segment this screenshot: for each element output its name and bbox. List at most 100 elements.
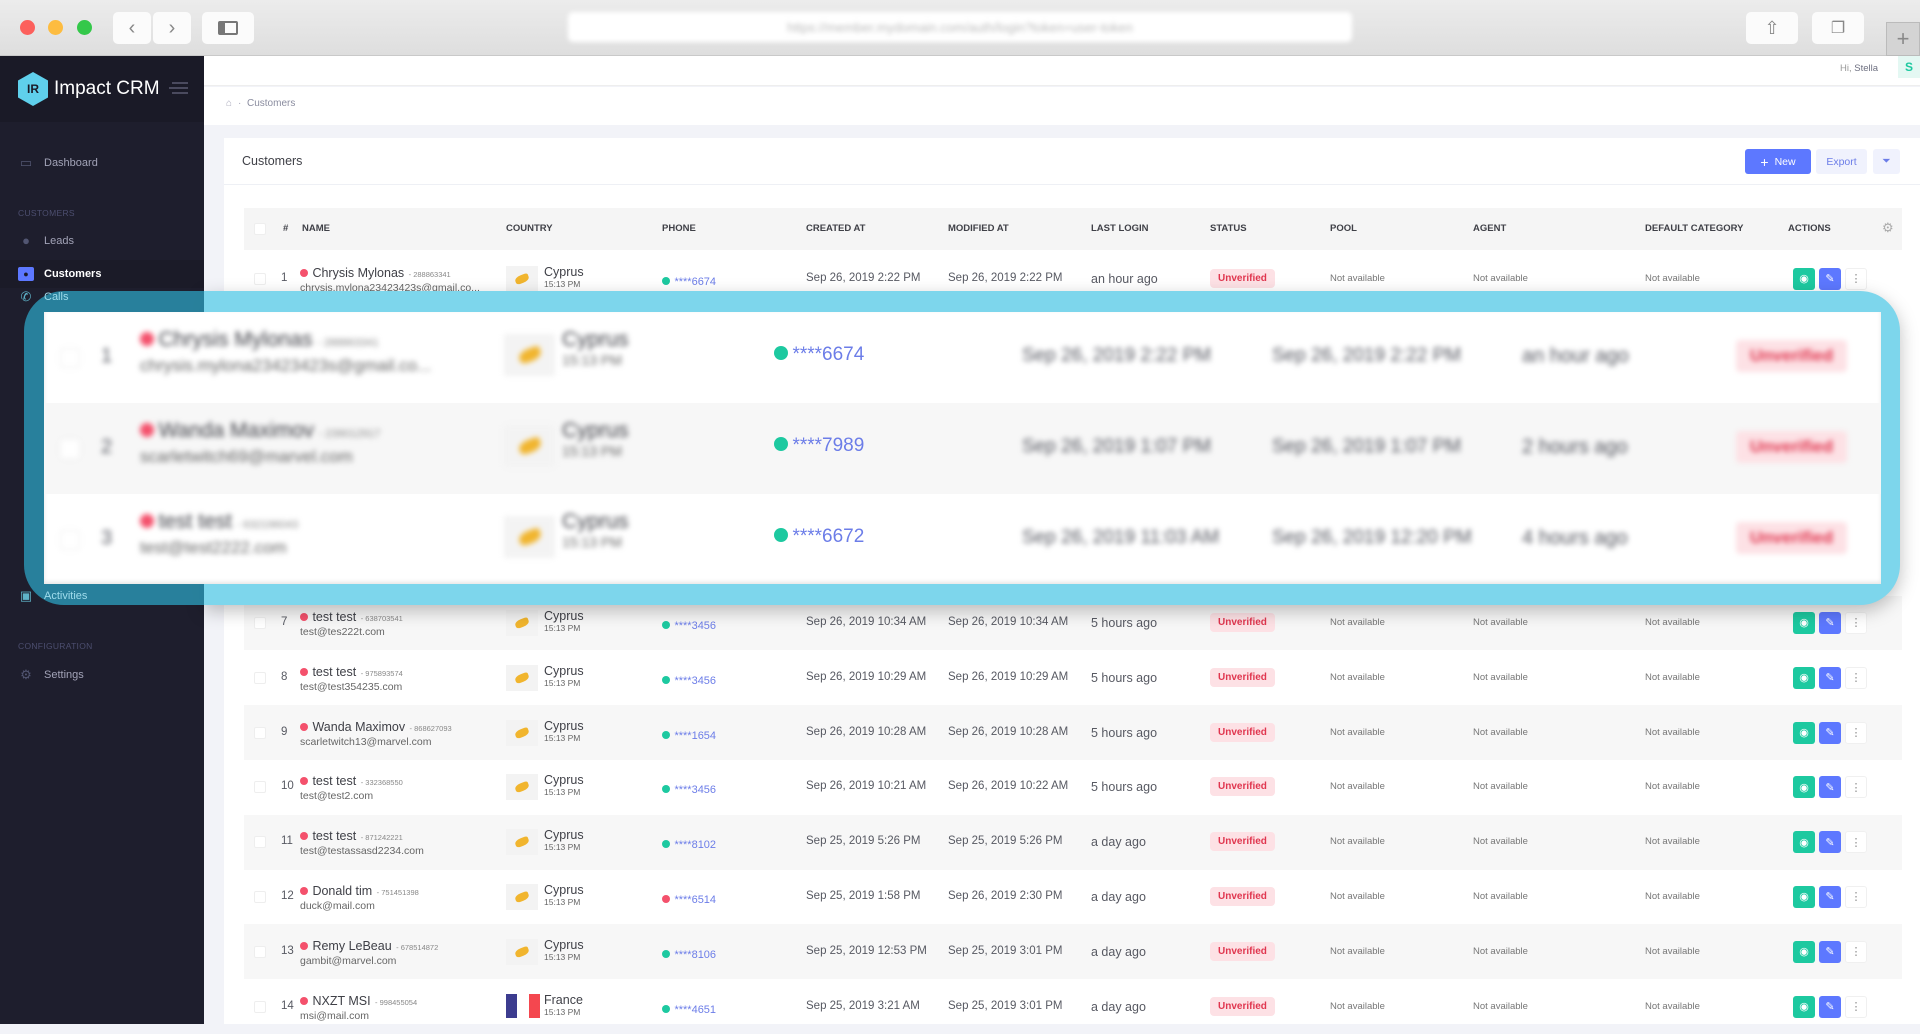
phone-link[interactable]: ****4651	[674, 1004, 716, 1016]
customer-name[interactable]: Chrysis Mylonas	[312, 266, 404, 280]
customer-name[interactable]: Donald tim	[312, 884, 372, 898]
row-checkbox[interactable]	[60, 439, 80, 459]
phone-link[interactable]: ****6514	[674, 894, 716, 906]
edit-button[interactable]: ✎	[1819, 776, 1841, 799]
col-name[interactable]: NAME	[302, 223, 330, 234]
col-modified-at[interactable]: MODIFIED AT	[948, 223, 1009, 234]
user-avatar[interactable]: S	[1898, 56, 1920, 78]
menu-toggle-icon[interactable]	[169, 82, 188, 94]
sidebar-toggle-button[interactable]	[202, 12, 254, 44]
view-button[interactable]: ◉	[1793, 666, 1815, 689]
edit-button[interactable]: ✎	[1819, 611, 1841, 634]
table-row[interactable]: 8 test test - 975893574 test@test354235.…	[244, 650, 1902, 705]
table-row[interactable]: 13 Remy LeBeau - 678514872 gambit@marvel…	[244, 924, 1902, 980]
row-checkbox[interactable]	[254, 781, 266, 794]
select-all-checkbox[interactable]	[254, 223, 266, 235]
phone-link[interactable]: ****6674	[674, 276, 716, 288]
sidebar-item-dashboard[interactable]: ▭ Dashboard	[0, 149, 204, 177]
row-checkbox[interactable]	[254, 1000, 266, 1013]
customer-name[interactable]: Remy LeBeau	[312, 939, 391, 953]
edit-button[interactable]: ✎	[1819, 885, 1841, 908]
phone-link[interactable]: ****8106	[674, 949, 716, 961]
view-button[interactable]: ◉	[1793, 940, 1815, 963]
customer-name[interactable]: test test	[312, 665, 356, 679]
back-button[interactable]: ‹	[113, 12, 151, 44]
logo[interactable]: IR Impact CRM	[0, 56, 204, 122]
sidebar-item-activities[interactable]: ▣ Activities	[0, 584, 204, 608]
more-button[interactable]: ⋮	[1845, 267, 1867, 290]
close-window-button[interactable]	[20, 20, 35, 35]
customer-name[interactable]: test test	[312, 774, 356, 788]
user-name[interactable]: Stella	[1854, 63, 1878, 74]
new-tab-button[interactable]: +	[1886, 22, 1920, 56]
table-row[interactable]: 14 NXZT MSI - 998455054 msi@mail.com Fra…	[244, 979, 1902, 1034]
sidebar-item-leads[interactable]: ● Leads	[0, 227, 204, 255]
edit-button[interactable]: ✎	[1819, 940, 1841, 963]
forward-button[interactable]: ›	[153, 12, 191, 44]
sidebar-item-calls[interactable]: ✆ Calls	[0, 284, 204, 310]
col-default-category[interactable]: DEFAULT CATEGORY	[1645, 223, 1744, 234]
customer-name[interactable]: NXZT MSI	[312, 994, 370, 1008]
row-checkbox[interactable]	[254, 945, 266, 958]
export-button[interactable]: Export	[1816, 149, 1867, 174]
share-button[interactable]: ⇧	[1746, 12, 1798, 44]
more-button[interactable]: ⋮	[1845, 831, 1867, 854]
more-button[interactable]: ⋮	[1845, 611, 1867, 634]
more-button[interactable]: ⋮	[1845, 721, 1867, 744]
more-button[interactable]: ⋮	[1845, 776, 1867, 799]
new-button[interactable]: + New	[1745, 149, 1811, 174]
row-checkbox[interactable]	[254, 836, 266, 849]
more-button[interactable]: ⋮	[1845, 666, 1867, 689]
view-button[interactable]: ◉	[1793, 831, 1815, 854]
table-row[interactable]: 9 Wanda Maximov - 868627093 scarletwitch…	[244, 705, 1902, 760]
row-checkbox[interactable]	[60, 530, 80, 550]
col-created-at[interactable]: CREATED AT	[806, 223, 865, 234]
view-button[interactable]: ◉	[1793, 995, 1815, 1018]
edit-button[interactable]: ✎	[1819, 721, 1841, 744]
row-checkbox[interactable]	[254, 890, 266, 903]
edit-button[interactable]: ✎	[1819, 831, 1841, 854]
phone-link[interactable]: ****3456	[674, 620, 716, 632]
filter-button[interactable]: ⏷	[1873, 149, 1900, 174]
row-checkbox[interactable]	[254, 671, 266, 684]
maximize-window-button[interactable]	[77, 20, 92, 35]
row-checkbox[interactable]	[254, 272, 266, 285]
more-button[interactable]: ⋮	[1845, 940, 1867, 963]
phone-link[interactable]: ****1654	[674, 730, 716, 742]
row-checkbox[interactable]	[254, 616, 266, 629]
row-checkbox[interactable]	[60, 348, 80, 368]
customer-name[interactable]: Wanda Maximov	[312, 720, 405, 734]
col-country[interactable]: COUNTRY	[506, 223, 553, 234]
table-row[interactable]: 10 test test - 332368550 test@test2.com …	[244, 760, 1902, 815]
customer-name[interactable]: test test	[312, 829, 356, 843]
view-button[interactable]: ◉	[1793, 721, 1815, 744]
col-agent[interactable]: AGENT	[1473, 223, 1506, 234]
view-button[interactable]: ◉	[1793, 267, 1815, 290]
col-last-login[interactable]: LAST LOGIN	[1091, 223, 1149, 234]
phone-link[interactable]: ****3456	[674, 784, 716, 796]
phone-link[interactable]: ****8102	[674, 839, 716, 851]
row-checkbox[interactable]	[254, 726, 266, 739]
column-settings-icon[interactable]: ⚙	[1882, 220, 1894, 236]
minimize-window-button[interactable]	[48, 20, 63, 35]
edit-button[interactable]: ✎	[1819, 995, 1841, 1018]
col-phone[interactable]: PHONE	[662, 223, 696, 234]
view-button[interactable]: ◉	[1793, 611, 1815, 634]
view-button[interactable]: ◉	[1793, 885, 1815, 908]
table-row[interactable]: 12 Donald tim - 751451398 duck@mail.com …	[244, 870, 1902, 925]
phone-link[interactable]: ****3456	[674, 675, 716, 687]
tabs-button[interactable]: ❐	[1812, 12, 1864, 44]
home-icon[interactable]: ⌂	[226, 98, 232, 109]
more-button[interactable]: ⋮	[1845, 995, 1867, 1018]
address-bar[interactable]: https://member.mydomain.com/auth/login?t…	[568, 12, 1352, 42]
table-row[interactable]: 11 test test - 871242221 test@testassasd…	[244, 814, 1902, 870]
customer-name[interactable]: test test	[312, 610, 356, 624]
breadcrumb-customers[interactable]: Customers	[247, 98, 295, 109]
sidebar-item-settings[interactable]: ⚙ Settings	[0, 661, 204, 689]
more-button[interactable]: ⋮	[1845, 885, 1867, 908]
edit-button[interactable]: ✎	[1819, 666, 1841, 689]
col-status[interactable]: STATUS	[1210, 223, 1247, 234]
edit-button[interactable]: ✎	[1819, 267, 1841, 290]
view-button[interactable]: ◉	[1793, 776, 1815, 799]
col-pool[interactable]: POOL	[1330, 223, 1357, 234]
